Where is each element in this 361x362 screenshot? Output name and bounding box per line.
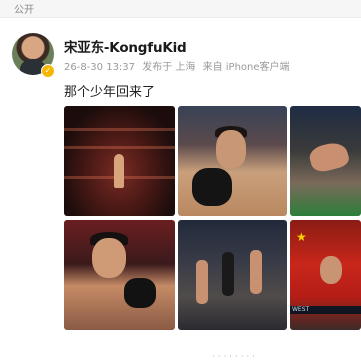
photo-3[interactable]: [290, 106, 361, 216]
bottom-fade: [0, 336, 361, 361]
photo-1[interactable]: [64, 106, 175, 216]
photo-grid: ★ WEST: [64, 106, 361, 361]
fighter-body: [307, 139, 351, 175]
fighter-face: [216, 130, 246, 168]
author-name[interactable]: 宋亚东-KongfuKid: [64, 36, 187, 56]
fighter-face: [320, 256, 342, 284]
light-streak: [64, 128, 175, 131]
post-location: 发布于 上海: [142, 62, 196, 73]
photo-6[interactable]: ★ WEST: [290, 220, 361, 330]
light-streak: [64, 146, 175, 149]
flag-star-icon: ★: [296, 230, 307, 244]
fighter-figure: [196, 260, 208, 304]
fighter-glove: [124, 278, 156, 308]
post-timestamp: 26-8-30 13:37: [64, 62, 136, 73]
broadcast-ticker: WEST: [290, 306, 361, 314]
post-meta: 26-8-30 13:37 发布于 上海 来自 iPhone客户端: [64, 58, 294, 73]
top-bar: 公开: [0, 0, 361, 18]
photo-2[interactable]: [178, 106, 287, 216]
fighter-face: [92, 238, 126, 278]
verified-badge-icon: ✓: [41, 64, 55, 78]
visibility-label: 公开: [14, 5, 34, 16]
photo-4[interactable]: [64, 220, 175, 330]
fighter-figure: [114, 154, 124, 188]
fighter-glove: [192, 168, 232, 206]
post-text: 那个少年回来了: [64, 85, 156, 100]
post-source: 来自 iPhone客户端: [202, 62, 290, 73]
fighter-figure: [250, 250, 262, 294]
photo-5[interactable]: [178, 220, 287, 330]
referee-figure: [222, 252, 234, 296]
